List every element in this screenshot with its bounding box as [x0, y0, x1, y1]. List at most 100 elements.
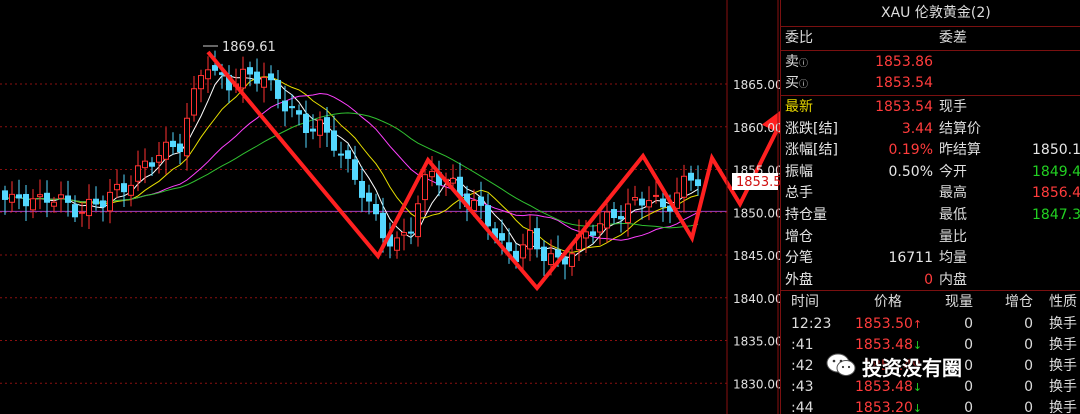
stat-value: 0.19% — [888, 142, 933, 159]
stat-value: 0.50% — [888, 163, 933, 180]
candle-body — [93, 198, 99, 205]
stat-row: 持仓量 最低 1847.3 — [781, 204, 1080, 226]
candle-body — [583, 231, 589, 239]
candle-body — [478, 196, 484, 206]
candle-body — [58, 194, 64, 199]
candle-body — [625, 203, 631, 224]
candle-body — [450, 177, 456, 184]
trade-table-header: 时间 价格 现量 增仓 性质 — [781, 291, 1080, 313]
candle-body — [2, 190, 8, 200]
stat-label: 分笔 — [785, 250, 813, 267]
candle-body — [128, 184, 134, 196]
col-oi: 增仓 — [1005, 294, 1033, 310]
candle-body — [352, 159, 358, 180]
order-ratio-row: 委比 委差 — [781, 27, 1080, 49]
trade-nature: 换手 — [1049, 337, 1077, 353]
trade-oi: 0 — [1024, 358, 1033, 374]
sell-price: 1853.86 — [875, 54, 933, 70]
candle-body — [317, 119, 323, 136]
candle-body — [275, 79, 281, 99]
candle-body — [422, 174, 428, 201]
trade-row[interactable]: :44 1853.20↓ 0 0 换手 — [781, 397, 1080, 414]
trade-nature: 换手 — [1049, 379, 1077, 395]
trade-qty: 0 — [964, 400, 973, 414]
trade-oi: 0 — [1024, 337, 1033, 353]
stat-value: 3.44 — [901, 120, 933, 137]
candle-body — [415, 203, 421, 238]
candle-body — [79, 211, 85, 214]
candle-body — [338, 153, 344, 156]
candle-body — [107, 191, 113, 212]
trade-time: :41 — [791, 337, 814, 353]
candle-body — [688, 172, 694, 181]
candle-body — [555, 249, 561, 258]
price-tick-label: 1840.00 — [733, 292, 780, 306]
candle-body — [23, 193, 29, 207]
candle-body — [184, 117, 190, 157]
stat-value-2: 1856.4 — [1032, 185, 1080, 202]
candle-body — [86, 198, 92, 217]
trade-oi: 0 — [1024, 379, 1033, 395]
candle-body — [163, 141, 169, 160]
stat-label-2: 最高 — [939, 185, 967, 202]
candlestick-chart[interactable]: 1865.001860.001855.001850.001845.001840.… — [0, 0, 780, 414]
stat-label-2: 昨结算 — [939, 142, 981, 159]
candles — [2, 50, 701, 280]
candle-body — [198, 75, 204, 90]
candle-body — [373, 203, 379, 215]
candle-body — [30, 198, 36, 211]
candle-body — [310, 128, 316, 132]
trade-nature: 换手 — [1049, 358, 1077, 374]
candle-body — [331, 130, 337, 151]
candle-body — [142, 160, 148, 169]
candle-body — [695, 179, 701, 187]
candle-body — [562, 257, 568, 265]
weibi-label: 委比 — [785, 30, 813, 46]
stat-label: 持仓量 — [785, 207, 827, 223]
candle-body — [205, 69, 211, 80]
candle-body — [506, 242, 512, 252]
stat-row: 涨幅[结] 0.19% 昨结算 1850.1 — [781, 139, 1080, 161]
price-tick-label: 1845.00 — [733, 249, 780, 263]
price-tick-label: 1835.00 — [733, 335, 780, 349]
candle-body — [611, 209, 617, 219]
candle-body — [149, 162, 155, 167]
wechat-icon — [826, 353, 856, 376]
trade-row[interactable]: 12:23 1853.50↑ 0 0 换手 — [781, 313, 1080, 335]
trade-direction-icon: ↓ — [912, 339, 923, 352]
candle-body — [177, 143, 183, 153]
candle-body — [282, 100, 288, 112]
candle-body — [408, 231, 414, 234]
sell-row: 卖ⓘ 1853.86 — [781, 51, 1080, 73]
stat-value-2: 1849.4 — [1032, 163, 1080, 180]
price-tick-label: 1860.00 — [733, 121, 780, 135]
candle-body — [16, 194, 22, 199]
candle-body — [590, 231, 596, 236]
price-tick-label: 1865.00 — [733, 78, 780, 92]
candle-body — [597, 223, 603, 233]
candle-body — [380, 212, 386, 239]
trade-nature: 换手 — [1049, 400, 1077, 414]
candle-body — [660, 198, 666, 208]
candle-body — [72, 204, 78, 218]
candle-body — [674, 192, 680, 209]
candle-body — [114, 183, 120, 191]
candle-body — [534, 228, 540, 250]
trade-time: 12:23 — [791, 316, 832, 332]
candle-body — [296, 110, 302, 115]
trade-oi: 0 — [1024, 400, 1033, 414]
stat-label: 振幅 — [785, 163, 813, 180]
high-marker: 1869.61 — [203, 40, 276, 55]
candle-body — [261, 77, 267, 88]
trade-price: 1853.20↓ — [855, 400, 923, 414]
current-price-tag: 1853.54 — [732, 173, 780, 190]
stat-row: 分笔 16711 均量 — [781, 247, 1080, 269]
trade-nature: 换手 — [1049, 316, 1077, 332]
candle-body — [156, 155, 162, 163]
stat-label: 涨幅[结] — [785, 142, 838, 159]
candle-body — [527, 229, 533, 250]
candle-body — [646, 200, 652, 208]
stat-row: 最新 1853.54 现手 — [781, 96, 1080, 118]
candle-body — [366, 192, 372, 202]
candle-body — [618, 216, 624, 220]
